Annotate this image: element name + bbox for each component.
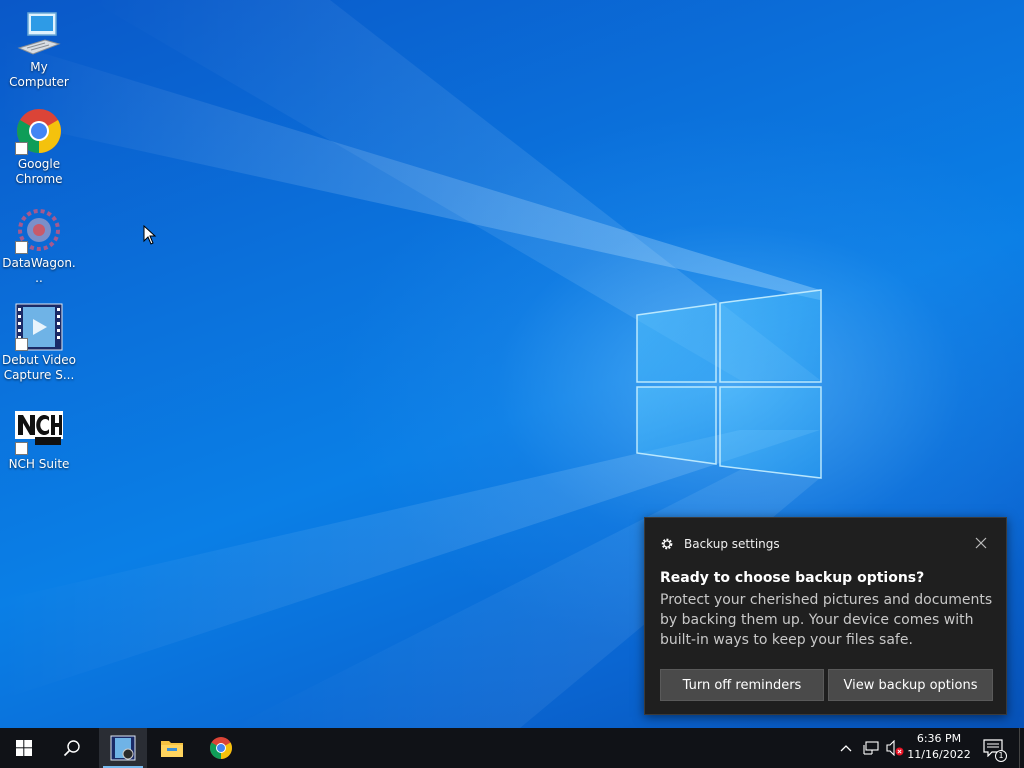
- computer-icon: [15, 10, 63, 58]
- view-backup-options-button[interactable]: View backup options: [828, 669, 993, 701]
- taskbar-clock[interactable]: 6:36 PM 11/16/2022: [905, 731, 973, 763]
- taskbar-chrome-button[interactable]: [197, 728, 245, 768]
- close-icon[interactable]: [974, 536, 988, 550]
- desktop-icon-datawagon[interactable]: DataWagon...: [1, 206, 77, 286]
- desktop-icon-label: DataWagon...: [2, 256, 76, 285]
- show-desktop-button[interactable]: [1019, 728, 1024, 768]
- toast-header: Backup settings: [660, 537, 780, 551]
- chrome-icon: [15, 107, 63, 155]
- desktop-icon-debut-video-capture[interactable]: Debut Video Capture S...: [1, 303, 77, 383]
- show-hidden-icons-button[interactable]: [836, 738, 856, 758]
- search-icon: [63, 740, 80, 757]
- nch-suite-icon: [15, 407, 63, 455]
- file-explorer-icon: [161, 741, 183, 757]
- shortcut-arrow-icon: [15, 442, 28, 455]
- desktop-icon-label: Google Chrome: [15, 157, 63, 186]
- taskbar-debut-video-button[interactable]: [99, 728, 147, 768]
- clock-date: 11/16/2022: [907, 748, 971, 761]
- datawagon-icon: [15, 206, 63, 254]
- start-button[interactable]: [0, 728, 48, 768]
- chevron-up-icon: [840, 745, 852, 752]
- network-icon: [863, 741, 879, 755]
- mouse-cursor-icon: [143, 225, 157, 245]
- backup-notification-toast: Backup settings Ready to choose backup o…: [644, 517, 1007, 715]
- desktop-icon-label: NCH Suite: [8, 457, 70, 471]
- search-button[interactable]: [48, 728, 96, 768]
- debut-video-icon: [110, 735, 136, 761]
- shortcut-arrow-icon: [15, 142, 28, 155]
- desktop-icon-label: Debut Video Capture S...: [2, 353, 76, 382]
- toast-body: Protect your cherished pictures and docu…: [660, 592, 993, 648]
- taskbar: 6:36 PM 11/16/2022 1: [0, 728, 1024, 768]
- desktop-icon-label: My Computer: [9, 60, 69, 89]
- desktop-icon-google-chrome[interactable]: Google Chrome: [1, 107, 77, 187]
- network-button[interactable]: [861, 738, 881, 758]
- clock-time: 6:36 PM: [916, 732, 962, 745]
- notification-count-badge: 1: [995, 750, 1007, 762]
- shortcut-arrow-icon: [15, 241, 28, 254]
- gear-icon: [661, 538, 673, 550]
- chrome-icon: [210, 737, 232, 759]
- desktop: My Computer Google Chrome DataWagon... D…: [0, 0, 1024, 728]
- toast-app-name: Backup settings: [684, 537, 780, 551]
- shortcut-arrow-icon: [15, 338, 28, 351]
- volume-muted-icon: [886, 740, 904, 756]
- turn-off-reminders-button[interactable]: Turn off reminders: [660, 669, 824, 701]
- start-icon: [16, 740, 32, 756]
- taskbar-file-explorer-button[interactable]: [148, 728, 196, 768]
- desktop-icon-nch-suite[interactable]: NCH Suite: [1, 407, 77, 472]
- desktop-icon-my-computer[interactable]: My Computer: [1, 10, 77, 90]
- toast-title: Ready to choose backup options?: [660, 570, 925, 586]
- debut-video-icon: [15, 303, 63, 351]
- action-center-button[interactable]: 1: [981, 736, 1007, 762]
- volume-button[interactable]: [885, 738, 905, 758]
